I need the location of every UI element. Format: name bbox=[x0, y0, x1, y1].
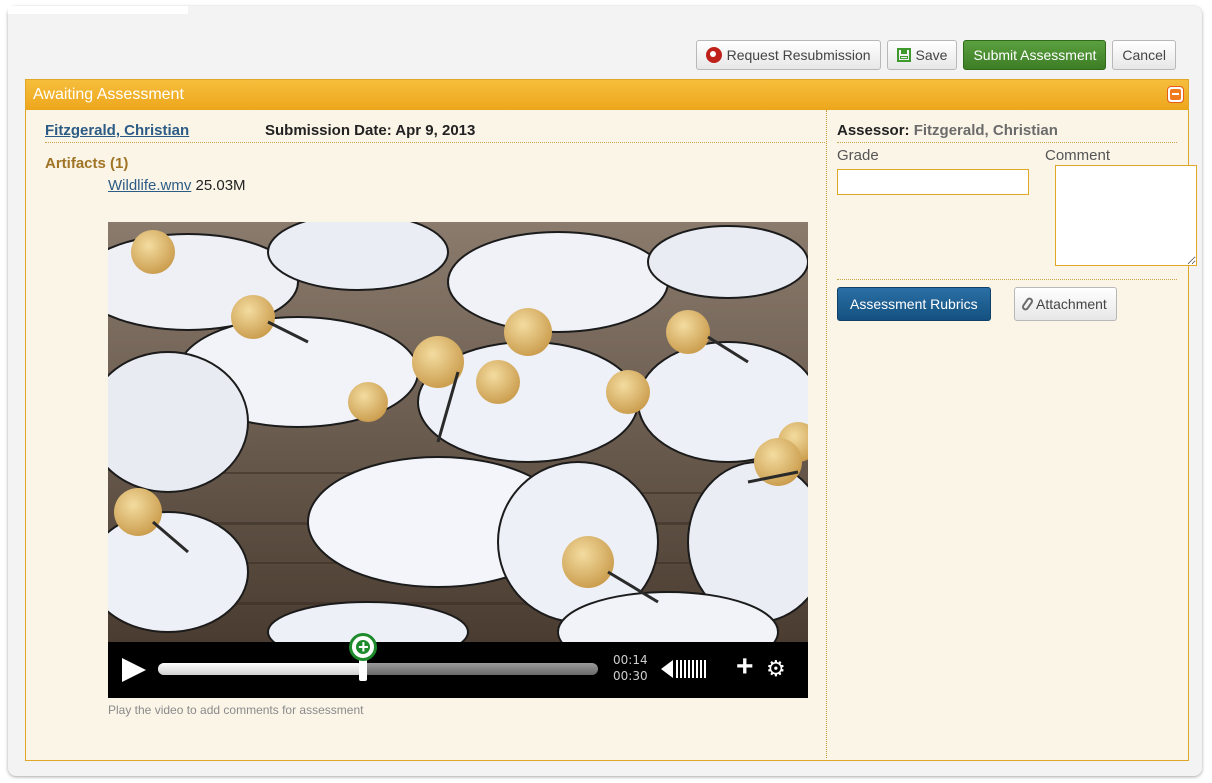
paperclip-icon bbox=[1020, 296, 1035, 312]
assessor-row: Assessor: Fitzgerald, Christian bbox=[837, 122, 1177, 143]
current-time: 00:14 bbox=[613, 653, 648, 667]
floppy-disk-icon bbox=[896, 48, 911, 62]
comment-label: Comment bbox=[1045, 147, 1111, 164]
submission-column: Fitzgerald, Christian Submission Date: A… bbox=[26, 110, 827, 758]
video-hint: Play the video to add comments for asses… bbox=[108, 703, 364, 717]
submission-date: Submission Date: Apr 9, 2013 bbox=[265, 122, 476, 139]
request-resubmission-label: Request Resubmission bbox=[726, 47, 871, 63]
play-icon[interactable] bbox=[122, 658, 146, 682]
add-comment-icon[interactable]: + bbox=[349, 633, 378, 661]
attachment-button[interactable]: Attachment bbox=[1014, 287, 1117, 321]
minus-icon bbox=[1172, 93, 1179, 95]
request-resubmission-button[interactable]: Request Resubmission bbox=[695, 40, 881, 70]
seek-bar-progress bbox=[158, 663, 364, 675]
panel-header: Awaiting Assessment bbox=[26, 80, 1188, 110]
artifact-file-link[interactable]: Wildlife.wmv bbox=[108, 177, 191, 194]
video-controls: + 00:14 00:30 + ⚙ bbox=[108, 633, 808, 698]
cancel-label: Cancel bbox=[1122, 47, 1166, 63]
artifact-file: Wildlife.wmv 25.03M bbox=[108, 177, 246, 194]
comment-input[interactable] bbox=[1055, 165, 1197, 266]
gear-icon[interactable]: ⚙ bbox=[766, 656, 786, 682]
seek-bar[interactable]: + bbox=[158, 633, 598, 681]
assessor-label: Assessor: bbox=[837, 122, 910, 139]
save-button[interactable]: Save bbox=[886, 40, 958, 70]
collapse-button[interactable] bbox=[1167, 86, 1184, 103]
assessor-name: Fitzgerald, Christian bbox=[913, 122, 1058, 139]
undo-icon bbox=[705, 47, 722, 63]
assessment-rubrics-button[interactable]: Assessment Rubrics bbox=[837, 287, 991, 321]
video-frame[interactable] bbox=[108, 222, 808, 642]
speaker-icon[interactable] bbox=[661, 660, 673, 678]
volume-slider[interactable] bbox=[676, 660, 706, 678]
plus-icon[interactable]: + bbox=[736, 650, 754, 684]
video-still-image bbox=[108, 222, 808, 642]
save-label: Save bbox=[915, 47, 948, 63]
grade-label: Grade bbox=[837, 147, 879, 164]
divider bbox=[837, 279, 1177, 280]
assessment-panel: Awaiting Assessment Fitzgerald, Christia… bbox=[25, 79, 1197, 761]
total-time: 00:30 bbox=[613, 669, 648, 683]
panel-title: Awaiting Assessment bbox=[33, 86, 184, 103]
grade-input[interactable] bbox=[837, 169, 1029, 195]
student-name-link[interactable]: Fitzgerald, Christian bbox=[45, 122, 189, 139]
artifact-file-size: 25.03M bbox=[195, 177, 246, 194]
assessment-rubrics-label: Assessment Rubrics bbox=[850, 296, 978, 312]
assessment-column: Assessor: Fitzgerald, Christian Grade Co… bbox=[827, 110, 1197, 758]
submit-assessment-label: Submit Assessment bbox=[973, 47, 1097, 63]
submit-assessment-button[interactable]: Submit Assessment bbox=[963, 40, 1107, 70]
artifacts-heading: Artifacts (1) bbox=[45, 155, 129, 172]
attachment-label: Attachment bbox=[1036, 296, 1107, 312]
video-player[interactable]: + 00:14 00:30 + ⚙ bbox=[108, 222, 808, 698]
tab-notch bbox=[8, 6, 188, 14]
time-display: 00:14 00:30 bbox=[613, 652, 648, 684]
toolbar: Request Resubmission Save Submit Assessm… bbox=[695, 40, 1176, 72]
assessment-window: Request Resubmission Save Submit Assessm… bbox=[8, 6, 1202, 776]
cancel-button[interactable]: Cancel bbox=[1112, 40, 1176, 70]
submission-header-row: Fitzgerald, Christian Submission Date: A… bbox=[45, 122, 825, 143]
